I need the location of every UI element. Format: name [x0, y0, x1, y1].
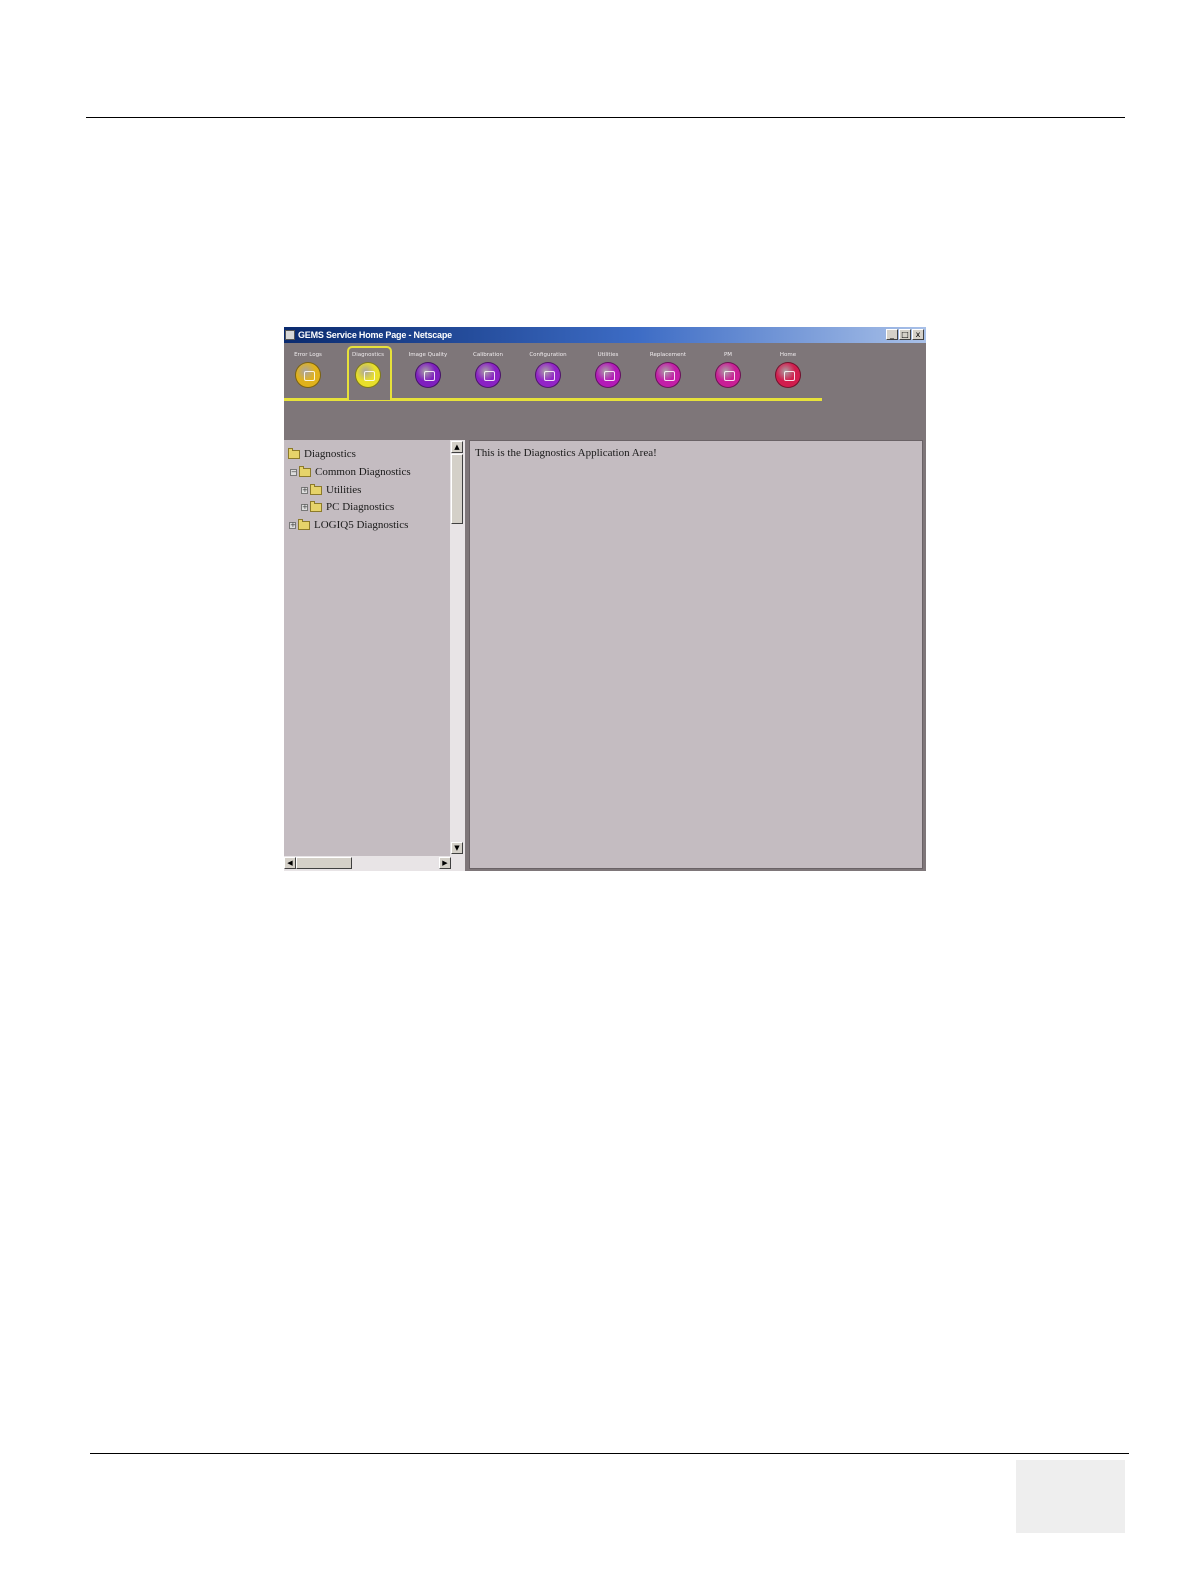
- scroll-thumb[interactable]: [296, 857, 352, 869]
- tree-vertical-scrollbar[interactable]: ▲ ▼: [450, 440, 465, 856]
- tool-image-quality[interactable]: Image Quality: [398, 351, 458, 388]
- image-quality-icon[interactable]: [415, 362, 441, 388]
- pm-icon[interactable]: [715, 362, 741, 388]
- home-icon[interactable]: [775, 362, 801, 388]
- tool-replacement[interactable]: Replacement: [638, 351, 698, 388]
- tool-label: Replacement: [649, 352, 687, 358]
- tool-calibration[interactable]: Calibration: [458, 351, 518, 388]
- scroll-left-icon[interactable]: ◀: [284, 857, 296, 869]
- minimize-button[interactable]: _: [886, 329, 898, 340]
- tree-item-label: LOGIQ5 Diagnostics: [314, 519, 409, 531]
- page-number-box: [1016, 1460, 1125, 1533]
- header-rule: [86, 117, 1125, 118]
- navigation-tree: Diagnostics − Common Diagnostics + Utili…: [284, 440, 450, 856]
- folder-icon: [288, 447, 300, 459]
- tree-item-label: Common Diagnostics: [315, 466, 411, 478]
- maximize-button[interactable]: □: [899, 329, 911, 340]
- folder-icon: [298, 518, 310, 530]
- tree-item-logiq5-diagnostics[interactable]: + LOGIQ5 Diagnostics: [289, 518, 408, 532]
- footer-rule: [90, 1453, 1129, 1454]
- browser-window: GEMS Service Home Page - Netscape _ □ x …: [284, 327, 926, 871]
- folder-icon: [310, 483, 322, 495]
- expand-toggle[interactable]: +: [289, 521, 296, 529]
- tree-item-common-diagnostics[interactable]: − Common Diagnostics: [290, 465, 411, 479]
- scroll-thumb[interactable]: [451, 454, 463, 524]
- collapse-toggle[interactable]: −: [290, 468, 297, 476]
- expand-toggle[interactable]: +: [301, 503, 308, 511]
- diagnostics-icon[interactable]: [355, 362, 381, 388]
- scroll-right-icon[interactable]: ▶: [439, 857, 451, 869]
- tool-label: PM: [723, 352, 733, 358]
- tree-item-pc-diagnostics[interactable]: + PC Diagnostics: [301, 500, 394, 514]
- application-area: This is the Diagnostics Application Area…: [469, 440, 923, 869]
- tree-item-label: Diagnostics: [304, 448, 356, 460]
- tree-item-label: Utilities: [326, 484, 362, 496]
- application-area-text: This is the Diagnostics Application Area…: [475, 447, 657, 459]
- utilities-icon[interactable]: [595, 362, 621, 388]
- window-controls: _ □ x: [886, 329, 924, 340]
- tool-label: Utilities: [597, 352, 619, 358]
- scroll-down-icon[interactable]: ▼: [451, 842, 463, 854]
- tool-label: Home: [779, 352, 797, 358]
- tool-utilities[interactable]: Utilities: [578, 351, 638, 388]
- calibration-icon[interactable]: [475, 362, 501, 388]
- tree-horizontal-scrollbar[interactable]: ◀ ▶: [284, 856, 465, 871]
- expand-toggle[interactable]: +: [301, 486, 308, 494]
- folder-open-icon: [299, 465, 311, 477]
- configuration-icon[interactable]: [535, 362, 561, 388]
- tool-home[interactable]: Home: [758, 351, 818, 388]
- error-logs-icon[interactable]: [295, 362, 321, 388]
- tool-label: Diagnostics: [352, 352, 384, 358]
- folder-icon: [310, 500, 322, 512]
- title-bar: GEMS Service Home Page - Netscape _ □ x: [284, 327, 926, 343]
- window-title: GEMS Service Home Page - Netscape: [298, 330, 452, 340]
- tool-error-logs[interactable]: Error Logs: [278, 351, 338, 388]
- netscape-icon: [285, 330, 295, 340]
- replacement-icon[interactable]: [655, 362, 681, 388]
- tree-item-diagnostics[interactable]: Diagnostics: [288, 447, 356, 461]
- tool-pm[interactable]: PM: [698, 351, 758, 388]
- tool-label: Error Logs: [294, 352, 322, 358]
- tool-label: Image Quality: [408, 352, 448, 358]
- service-toolbar: Error Logs Diagnostics Image Quality Cal…: [284, 343, 926, 440]
- scroll-up-icon[interactable]: ▲: [451, 441, 463, 453]
- close-button[interactable]: x: [912, 329, 924, 340]
- tool-diagnostics[interactable]: Diagnostics: [338, 351, 398, 388]
- tree-item-label: PC Diagnostics: [326, 501, 395, 513]
- tool-label: Configuration: [529, 352, 567, 358]
- tool-configuration[interactable]: Configuration: [518, 351, 578, 388]
- tree-item-utilities[interactable]: + Utilities: [301, 483, 361, 497]
- tool-label: Calibration: [473, 352, 503, 358]
